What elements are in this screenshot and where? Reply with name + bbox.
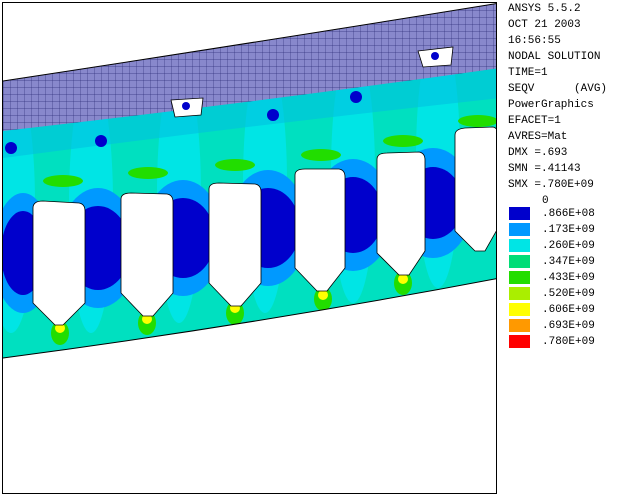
- legend-panel: ANSYS 5.5.2 OCT 21 2003 16:56:55 NODAL S…: [500, 0, 619, 497]
- legend-swatch: [509, 255, 530, 268]
- legend-swatch: [509, 239, 530, 252]
- program-version: ANSYS 5.5.2: [508, 3, 581, 15]
- legend-value: .780E+09: [542, 336, 595, 348]
- efacet-setting: EFACET=1: [508, 115, 561, 127]
- legend-value: .173E+09: [542, 224, 595, 236]
- run-date: OCT 21 2003: [508, 19, 581, 31]
- legend-value: .520E+09: [542, 288, 595, 300]
- graphics-mode: PowerGraphics: [508, 99, 594, 111]
- stress-contour-plot: [3, 3, 496, 359]
- legend-value: .260E+09: [542, 240, 595, 252]
- legend-swatch: [509, 207, 530, 220]
- avres-setting: AVRES=Mat: [508, 131, 568, 143]
- legend-swatch: [509, 319, 530, 332]
- legend-value: .693E+09: [542, 320, 595, 332]
- legend-value: .433E+09: [542, 272, 595, 284]
- legend-value: .866E+08: [542, 208, 595, 220]
- run-time: 16:56:55: [508, 35, 561, 47]
- legend-value: .347E+09: [542, 256, 595, 268]
- dmx-value: DMX =.693: [508, 147, 568, 159]
- smx-value: SMX =.780E+09: [508, 179, 594, 191]
- legend-swatch: [509, 335, 530, 348]
- legend-swatch: [509, 303, 530, 316]
- result-item: SEQV (AVG): [508, 83, 608, 95]
- graphics-viewport[interactable]: [2, 2, 497, 494]
- time-step: TIME=1: [508, 67, 548, 79]
- legend-swatch: [509, 287, 530, 300]
- smn-value: SMN =.41143: [508, 163, 581, 175]
- plot-type: NODAL SOLUTION: [508, 51, 601, 63]
- legend-swatch: [509, 271, 530, 284]
- legend-swatch: [509, 223, 530, 236]
- legend-value: .606E+09: [542, 304, 595, 316]
